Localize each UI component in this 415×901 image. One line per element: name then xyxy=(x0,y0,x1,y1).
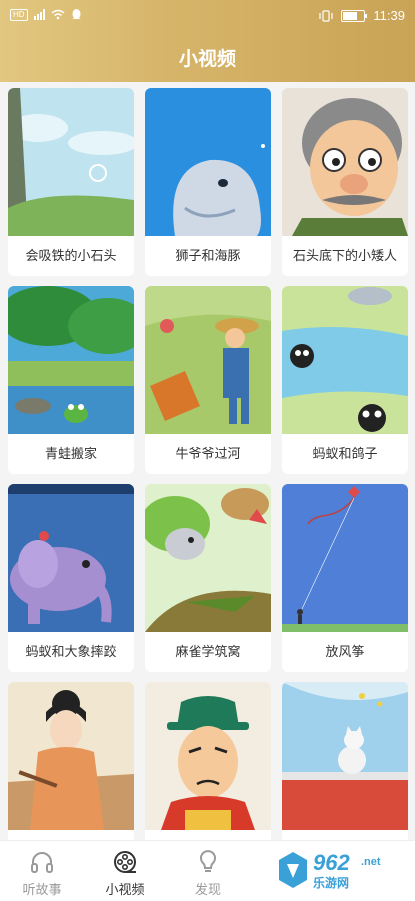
video-card[interactable]: 牛爷爷过河 xyxy=(145,286,271,474)
tab-label: 听故事 xyxy=(22,882,62,897)
video-title: 会吸铁的小石头 xyxy=(25,248,117,263)
cartoon-kite-thumbnail xyxy=(282,484,408,632)
video-title xyxy=(145,830,271,840)
cartoon-cat-thumbnail xyxy=(282,682,408,830)
video-card[interactable]: 蚂蚁和鸽子 xyxy=(282,286,408,474)
status-time: 11:39 xyxy=(373,8,405,23)
cartoon-old-man-thumbnail xyxy=(282,88,408,236)
video-title: 青蛙搬家 xyxy=(44,446,97,461)
cartoon-rock-thumbnail xyxy=(8,88,134,236)
qq-icon xyxy=(71,9,81,19)
watermark-number: 962 xyxy=(313,850,350,875)
video-card[interactable]: 会吸铁的小石头 xyxy=(8,88,134,276)
video-card[interactable] xyxy=(145,682,271,840)
video-card[interactable]: 青蛙搬家 xyxy=(8,286,134,474)
video-title: 放风筝 xyxy=(325,644,365,659)
tab-label: 小视频 xyxy=(105,882,145,897)
tab-listen-story[interactable]: 听故事 xyxy=(2,841,82,901)
header-bar: HD 11:39 小视频 xyxy=(0,0,415,82)
video-title: 狮子和海豚 xyxy=(175,248,241,263)
cartoon-farmer-thumbnail xyxy=(145,286,271,434)
tab-discover[interactable]: 发现 xyxy=(168,841,248,901)
video-title xyxy=(282,830,408,840)
battery-icon xyxy=(341,9,368,22)
video-card[interactable]: 狮子和海豚 xyxy=(145,88,271,276)
cartoon-sparrow-thumbnail xyxy=(145,484,271,632)
cartoon-official-thumbnail xyxy=(145,682,271,830)
page-title: 小视频 xyxy=(178,49,236,70)
cartoon-dolphin-thumbnail xyxy=(145,88,271,236)
hd-badge: HD xyxy=(10,8,28,21)
signal-icon xyxy=(33,9,45,20)
cartoon-elephant-thumbnail xyxy=(8,484,134,632)
video-card[interactable]: 蚂蚁和大象摔跤 xyxy=(8,484,134,672)
video-card[interactable]: 麻雀学筑窝 xyxy=(145,484,271,672)
cartoon-girl-thumbnail xyxy=(8,682,134,830)
tab-short-video[interactable]: 小视频 xyxy=(85,841,165,901)
video-grid: 会吸铁的小石头 狮子和海豚 石头底下的小矮人 青蛙搬家 牛爷爷过河 蚂蚁和鸽子 … xyxy=(0,82,415,840)
video-card[interactable] xyxy=(282,682,408,840)
cartoon-ants-thumbnail xyxy=(282,286,408,434)
cartoon-frog-thumbnail xyxy=(8,286,134,434)
video-title: 石头底下的小矮人 xyxy=(292,248,397,263)
watermark-text: 乐游网 xyxy=(313,876,350,890)
wifi-icon xyxy=(51,9,65,20)
video-title: 麻雀学筑窝 xyxy=(175,644,241,659)
video-title: 蚂蚁和鸽子 xyxy=(312,446,378,461)
film-reel-icon xyxy=(114,851,136,873)
video-title: 牛爷爷过河 xyxy=(175,446,241,461)
video-card[interactable]: 石头底下的小矮人 xyxy=(282,88,408,276)
video-title xyxy=(8,830,134,840)
headphones-icon xyxy=(31,852,53,873)
video-card[interactable]: 放风筝 xyxy=(282,484,408,672)
status-bar: HD 11:39 xyxy=(0,0,415,32)
watermark-suffix: .net xyxy=(361,856,381,868)
lightbulb-icon xyxy=(200,850,216,872)
tab-label: 发现 xyxy=(194,882,221,897)
vibrate-icon xyxy=(319,9,334,22)
video-card[interactable] xyxy=(8,682,134,840)
video-title: 蚂蚁和大象摔跤 xyxy=(25,644,117,659)
site-watermark-logo: 962 .net 乐游网 xyxy=(277,846,409,894)
